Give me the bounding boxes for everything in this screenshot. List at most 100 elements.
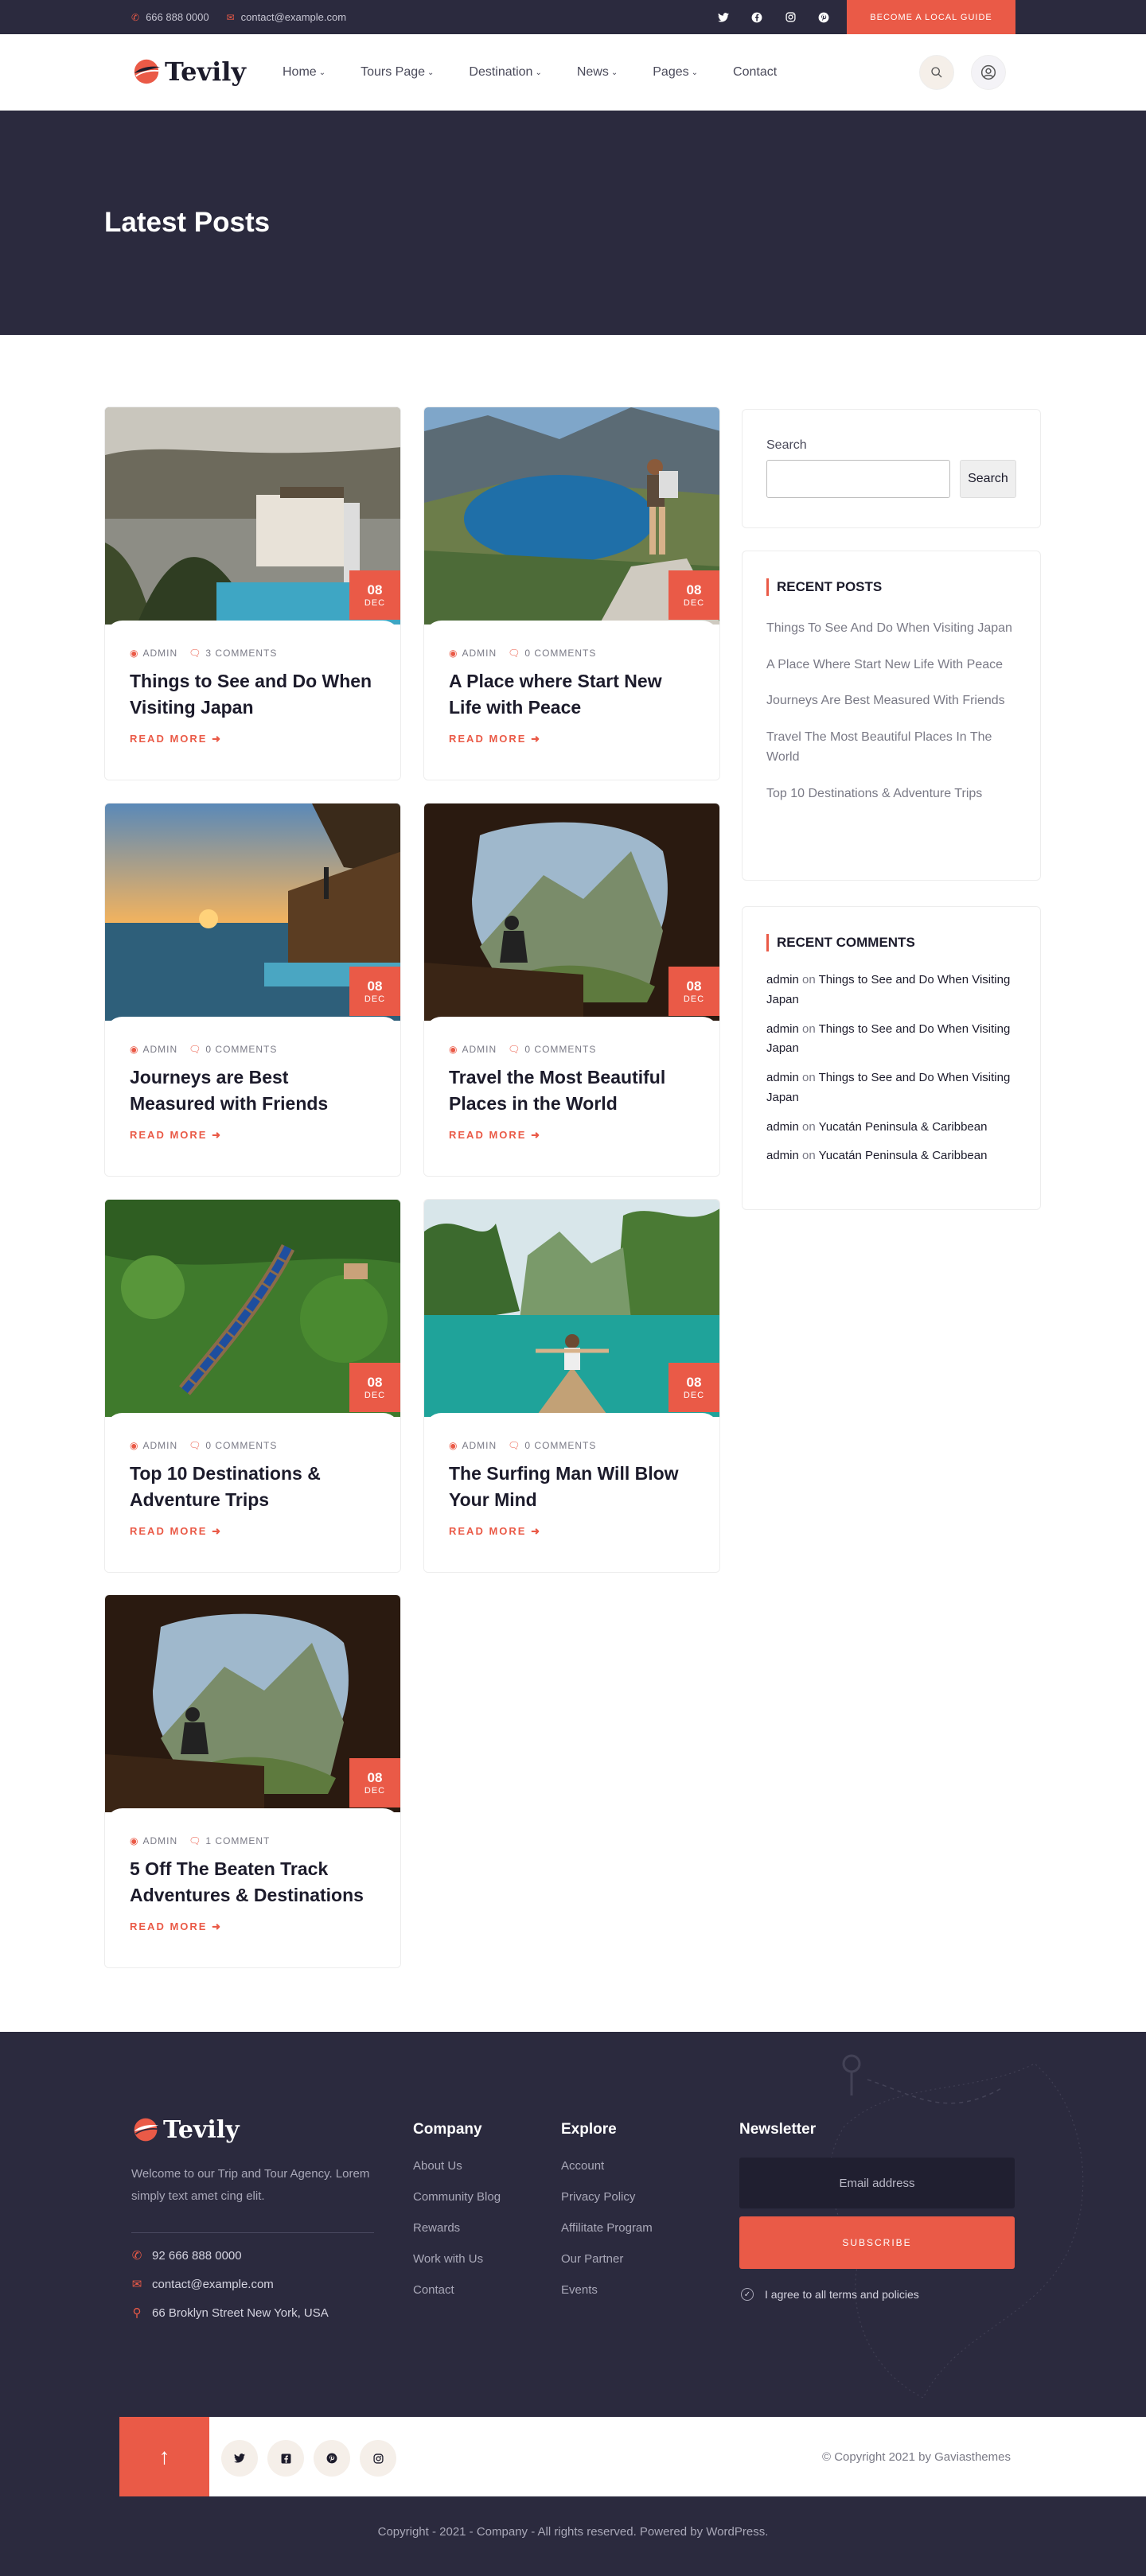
check-circle-icon[interactable]: ✓ bbox=[741, 2288, 754, 2301]
footer-link[interactable]: Account bbox=[561, 2159, 653, 2173]
post-title[interactable]: 5 Off The Beaten Track Adventures & Dest… bbox=[130, 1856, 376, 1909]
pinterest-icon[interactable] bbox=[817, 10, 831, 25]
nav-tours-page[interactable]: Tours Page ⌄ bbox=[361, 65, 434, 80]
page-title-banner: Latest Posts bbox=[0, 111, 1146, 335]
post-author-label: ADMIN bbox=[142, 1044, 178, 1055]
post-month: DEC bbox=[364, 1786, 386, 1796]
post-comments[interactable]: 🗨 0 COMMENTS bbox=[189, 1440, 277, 1451]
post-image[interactable]: 08 DEC bbox=[105, 407, 400, 625]
post-image[interactable]: 08 DEC bbox=[105, 804, 400, 1021]
nav-home-label: Home bbox=[283, 65, 317, 79]
post-image[interactable]: 08 DEC bbox=[424, 1200, 719, 1417]
footer-link[interactable]: Community Blog bbox=[413, 2190, 501, 2204]
read-more-link[interactable]: READ MORE ➜ bbox=[130, 733, 376, 745]
header-search-button[interactable] bbox=[919, 55, 954, 90]
nav-home[interactable]: Home ⌄ bbox=[283, 65, 325, 80]
site-logo[interactable]: Tevily bbox=[131, 56, 246, 87]
footer-link[interactable]: Affilitate Program bbox=[561, 2221, 653, 2235]
post-title[interactable]: A Place where Start New Life with Peace bbox=[449, 668, 695, 722]
scroll-top-button[interactable]: ↑ bbox=[119, 2417, 209, 2496]
twitter-icon[interactable] bbox=[221, 2440, 258, 2477]
comment-post-link[interactable]: Yucatán Peninsula & Caribbean bbox=[819, 1149, 988, 1162]
footer-link[interactable]: Rewards bbox=[413, 2221, 501, 2235]
terms-agree[interactable]: ✓ I agree to all terms and policies bbox=[739, 2288, 1015, 2301]
footer-link[interactable]: Work with Us bbox=[413, 2252, 501, 2266]
facebook-icon[interactable] bbox=[750, 10, 764, 25]
footer-bottom-text: Copyright - 2021 - Company - All rights … bbox=[377, 2525, 769, 2539]
recent-post-link[interactable]: Top 10 Destinations & Adventure Trips bbox=[766, 784, 1016, 804]
post-author[interactable]: ◉ ADMIN bbox=[449, 1440, 497, 1451]
read-more-link[interactable]: READ MORE ➜ bbox=[130, 1920, 376, 1933]
recent-post-link[interactable]: A Place Where Start New Life With Peace bbox=[766, 655, 1016, 675]
search-button[interactable]: Search bbox=[959, 460, 1016, 498]
post-author[interactable]: ◉ ADMIN bbox=[449, 648, 497, 659]
twitter-icon[interactable] bbox=[716, 10, 731, 25]
post-image[interactable]: 08 DEC bbox=[105, 1595, 400, 1812]
footer-email-text: contact@example.com bbox=[152, 2277, 274, 2291]
footer-about: Welcome to our Trip and Tour Agency. Lor… bbox=[131, 2167, 370, 2203]
footer-link[interactable]: Our Partner bbox=[561, 2252, 653, 2266]
post-month: DEC bbox=[683, 598, 705, 608]
post-comments[interactable]: 🗨 3 COMMENTS bbox=[189, 648, 277, 659]
post-image[interactable]: 08 DEC bbox=[105, 1200, 400, 1417]
arrow-right-icon: ➜ bbox=[531, 732, 541, 745]
envelope-icon: ✉ bbox=[226, 11, 235, 23]
read-more-link[interactable]: READ MORE ➜ bbox=[130, 1129, 376, 1142]
post-date-badge: 08 DEC bbox=[668, 967, 719, 1016]
comment-post-link[interactable]: Yucatán Peninsula & Caribbean bbox=[819, 1120, 988, 1134]
footer-link[interactable]: Events bbox=[561, 2283, 653, 2297]
read-more-link[interactable]: READ MORE ➜ bbox=[449, 733, 695, 745]
post-comments[interactable]: 🗨 1 COMMENT bbox=[189, 1835, 270, 1846]
post-comments[interactable]: 🗨 0 COMMENTS bbox=[508, 648, 596, 659]
nav-destination[interactable]: Destination ⌄ bbox=[469, 65, 541, 80]
post-meta: ◉ ADMIN 🗨 0 COMMENTS bbox=[449, 648, 695, 659]
pinterest-icon[interactable] bbox=[314, 2440, 350, 2477]
post-author-label: ADMIN bbox=[142, 1440, 178, 1451]
top-phone[interactable]: ✆ 666 888 0000 bbox=[131, 11, 209, 23]
read-more-link[interactable]: READ MORE ➜ bbox=[130, 1525, 376, 1538]
top-email[interactable]: ✉ contact@example.com bbox=[227, 11, 346, 23]
post-comments[interactable]: 🗨 0 COMMENTS bbox=[508, 1440, 596, 1451]
post-date-badge: 08 DEC bbox=[668, 1363, 719, 1412]
post-title[interactable]: Things to See and Do When Visiting Japan bbox=[130, 668, 376, 722]
logo-text: Tevily bbox=[165, 56, 246, 87]
recent-post-link[interactable]: Things To See And Do When Visiting Japan bbox=[766, 618, 1016, 639]
read-more-link[interactable]: READ MORE ➜ bbox=[449, 1525, 695, 1538]
footer-logo[interactable]: Tevily bbox=[131, 2115, 240, 2144]
post-author[interactable]: ◉ ADMIN bbox=[130, 1835, 177, 1846]
newsletter-email-input[interactable]: Email address bbox=[739, 2158, 1015, 2208]
nav-news[interactable]: News ⌄ bbox=[577, 65, 618, 80]
post-title[interactable]: Travel the Most Beautiful Places in the … bbox=[449, 1064, 695, 1118]
post-image[interactable]: 08 DEC bbox=[424, 804, 719, 1021]
post-title[interactable]: The Surfing Man Will Blow Your Mind bbox=[449, 1461, 695, 1514]
footer-phone[interactable]: ✆ 92 666 888 0000 bbox=[131, 2248, 329, 2263]
post-comments[interactable]: 🗨 0 COMMENTS bbox=[508, 1044, 596, 1055]
instagram-icon[interactable] bbox=[360, 2440, 396, 2477]
footer-link[interactable]: Privacy Policy bbox=[561, 2190, 653, 2204]
post-month: DEC bbox=[683, 994, 705, 1004]
header-account-button[interactable] bbox=[971, 55, 1006, 90]
subscribe-button[interactable]: Subscribe bbox=[739, 2216, 1015, 2269]
read-more-link[interactable]: READ MORE ➜ bbox=[449, 1129, 695, 1142]
recent-post-link[interactable]: Travel The Most Beautiful Places In The … bbox=[766, 727, 1016, 768]
post-author[interactable]: ◉ ADMIN bbox=[130, 648, 177, 659]
nav-contact[interactable]: Contact bbox=[733, 65, 777, 80]
post-title[interactable]: Journeys are Best Measured with Friends bbox=[130, 1064, 376, 1118]
recent-post-link[interactable]: Journeys Are Best Measured With Friends bbox=[766, 691, 1016, 711]
become-guide-button[interactable]: Become A Local Guide bbox=[847, 0, 1015, 34]
post-title[interactable]: Top 10 Destinations & Adventure Trips bbox=[130, 1461, 376, 1514]
post-image[interactable]: 08 DEC bbox=[424, 407, 719, 625]
footer-address: ⚲ 66 Broklyn Street New York, USA bbox=[131, 2306, 329, 2321]
footer-link[interactable]: About Us bbox=[413, 2159, 501, 2173]
facebook-icon[interactable] bbox=[267, 2440, 304, 2477]
search-input[interactable] bbox=[766, 460, 950, 498]
footer-link[interactable]: Contact bbox=[413, 2283, 501, 2297]
footer-email[interactable]: ✉ contact@example.com bbox=[131, 2277, 329, 2292]
instagram-icon[interactable] bbox=[783, 10, 797, 25]
post-comments[interactable]: 🗨 0 COMMENTS bbox=[189, 1044, 277, 1055]
top-bar: ✆ 666 888 0000 ✉ contact@example.com Bec… bbox=[0, 0, 1146, 34]
nav-pages[interactable]: Pages ⌄ bbox=[653, 65, 698, 80]
post-author[interactable]: ◉ ADMIN bbox=[130, 1044, 177, 1055]
post-author[interactable]: ◉ ADMIN bbox=[130, 1440, 177, 1451]
post-author[interactable]: ◉ ADMIN bbox=[449, 1044, 497, 1055]
